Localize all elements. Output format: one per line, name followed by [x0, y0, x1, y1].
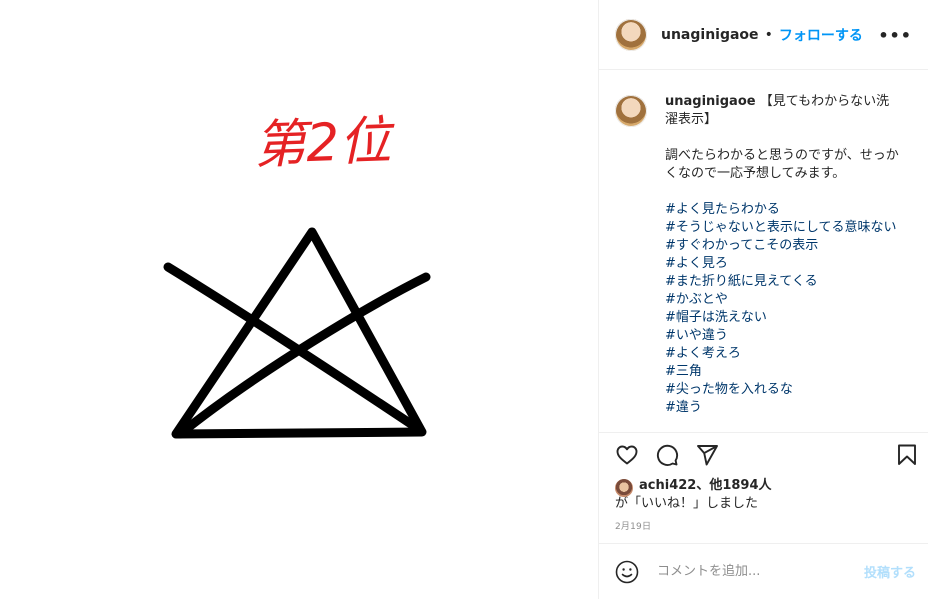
follow-button[interactable]: フォローする [779, 25, 863, 45]
likes-count-link[interactable]: achi422、他1894人 [639, 478, 772, 493]
likes-summary: achi422、他1894人 が「いいね！」しました [615, 477, 912, 513]
likes-suffix: が「いいね！」しました [615, 496, 759, 511]
share-icon[interactable] [695, 443, 719, 467]
hashtag-link[interactable]: #よく見ろ [665, 255, 901, 273]
hashtag-link[interactable]: #いや違う [665, 327, 901, 345]
hashtag-link[interactable]: #よく考えろ [665, 345, 901, 363]
comments-area[interactable]: unaginigaoe 【見てもわからない洗濯表示】 調べたらわかると思うのです… [599, 71, 928, 431]
heart-icon[interactable] [615, 443, 639, 467]
handwritten-rank-title: 第2位 [253, 111, 397, 176]
caption-text: 調べたらわかると思うのですが、せっかくなので一応予想してみます。 [665, 148, 899, 181]
action-bar [599, 432, 928, 481]
caption-body: unaginigaoe 【見てもわからない洗濯表示】 調べたらわかると思うのです… [665, 93, 901, 417]
liker-avatar[interactable] [615, 479, 633, 497]
caption-username[interactable]: unaginigaoe [665, 94, 756, 109]
post-comment-button[interactable]: 投稿する [864, 562, 916, 581]
emoji-icon[interactable] [615, 560, 639, 584]
hashtag-link[interactable]: #また折り紙に見えてくる [665, 273, 901, 291]
hashtag-link[interactable]: #三角 [665, 363, 901, 381]
caption-avatar[interactable] [615, 95, 647, 127]
hashtag-list: #よく見たらわかる #そうじゃないと表示にしてる意味ない #すぐわかってこその表… [665, 201, 901, 417]
header-username[interactable]: unaginigaoe [661, 27, 759, 43]
bookmark-icon[interactable] [895, 443, 919, 467]
instagram-post: 第2位 unaginigaoe • フォローする ••• unaginigaoe… [0, 0, 928, 599]
hashtag-link[interactable]: #尖った物を入れるな [665, 381, 901, 399]
caption: unaginigaoe 【見てもわからない洗濯表示】 調べたらわかると思うのです… [615, 93, 912, 417]
hashtag-link[interactable]: #帽子は洗えない [665, 309, 901, 327]
hashtag-link[interactable]: #よく見たらわかる [665, 201, 901, 219]
more-dots-icon[interactable]: ••• [878, 26, 912, 45]
post-sidebar: unaginigaoe • フォローする ••• unaginigaoe 【見て… [598, 0, 928, 599]
hashtag-link[interactable]: #かぶとや [665, 291, 901, 309]
comment-input[interactable] [655, 563, 864, 580]
post-header: unaginigaoe • フォローする ••• [599, 0, 928, 70]
add-comment-bar: 投稿する [599, 543, 928, 599]
comment-icon[interactable] [655, 443, 679, 467]
hashtag-link[interactable]: #すぐわかってこその表示 [665, 237, 901, 255]
hashtag-link[interactable]: #違う [665, 399, 901, 417]
separator-dot: • [764, 26, 773, 43]
hashtag-link[interactable]: #そうじゃないと表示にしてる意味ない [665, 219, 901, 237]
post-image[interactable]: 第2位 [0, 0, 598, 599]
avatar[interactable] [615, 18, 647, 51]
laundry-symbol-drawing: 第2位 [163, 111, 431, 439]
post-date[interactable]: 2月19日 [615, 519, 651, 532]
